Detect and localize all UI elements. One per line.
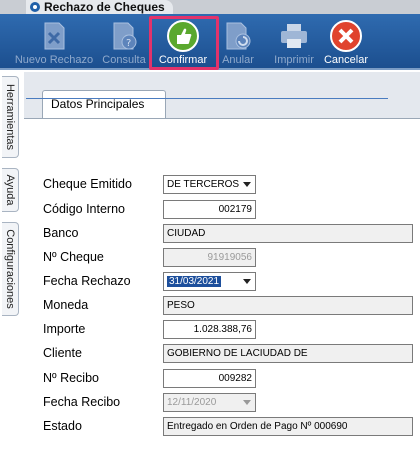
codigo-interno-field[interactable]: 002179 [163,200,256,219]
nro-recibo-field[interactable]: 009282 [163,369,256,388]
section-separator [26,98,388,99]
estado-field: Entregado en Orden de Pago Nº 000690 [163,417,413,436]
cheque-emitido-label: Cheque Emitido [43,177,132,191]
nro-recibo-label: Nº Recibo [43,371,99,385]
side-tab-herramientas[interactable]: Herramientas [2,76,19,158]
side-tab-ayuda[interactable]: Ayuda [2,168,19,212]
side-tab-ayuda-label: Ayuda [4,174,16,206]
confirmar-highlight [149,16,219,70]
moneda-label: Moneda [43,298,89,312]
banco-field: CIUDAD [163,224,413,243]
estado-label: Estado [43,419,82,433]
side-tab-configuraciones[interactable]: Configuraciones [2,222,19,316]
imprimir-label: Imprimir [274,54,314,66]
cancel-icon [330,20,362,52]
fecha-recibo-date-picker: 12/11/2020 [163,393,256,412]
imprimir-button[interactable]: Imprimir [268,14,320,70]
nuevo-rechazo-label: Nuevo Rechazo [14,54,94,66]
side-tab-herramientas-label: Herramientas [4,83,16,151]
cheque-emitido-value: DE TERCEROS [167,179,240,190]
importe-label: Importe [43,322,86,336]
fecha-rechazo-date-picker[interactable]: 31/03/2021 [163,272,256,291]
moneda-field: PESO [163,296,413,315]
cancelar-label: Cancelar [323,54,369,66]
query-document-icon: ? [113,22,137,50]
cancelar-button[interactable]: Cancelar [322,14,370,70]
fecha-recibo-value: 12/11/2020 [167,397,217,408]
cliente-label: Cliente [43,346,82,360]
side-tab-configuraciones-label: Configuraciones [4,229,16,309]
chevron-down-icon[interactable] [240,274,254,289]
chevron-down-icon[interactable] [240,177,254,192]
cheque-emitido-select[interactable]: DE TERCEROS [163,175,256,194]
window-title: Rechazo de Cheques [44,0,165,14]
banco-label: Banco [43,226,79,240]
svg-text:?: ? [126,38,131,49]
app-icon [30,2,40,12]
fecha-rechazo-value: 31/03/2021 [167,276,222,287]
fecha-rechazo-label: Fecha Rechazo [43,274,131,288]
tab-datos-principales[interactable]: Datos Principales [42,90,166,118]
consulta-label: Consulta [102,54,146,66]
window-title-tab[interactable]: Rechazo de Cheques [26,0,173,14]
anular-button[interactable]: Anular [218,14,258,70]
consulta-button[interactable]: ? Consulta [100,14,148,70]
anular-label: Anular [222,54,254,66]
undo-document-icon [226,22,251,50]
fecha-recibo-label: Fecha Recibo [43,395,121,409]
cliente-field: GOBIERNO DE LACIUDAD DE [163,344,413,363]
nro-cheque-field: 91919056 [163,248,256,267]
title-bar: Rechazo de Cheques [0,0,420,14]
side-tab-strip: Herramientas Ayuda Configuraciones [0,72,22,450]
codigo-interno-label: Código Interno [43,202,126,216]
importe-field[interactable]: 1.028.388,76 [163,320,256,339]
nro-cheque-label: Nº Cheque [43,250,104,264]
printer-icon [281,24,307,48]
chevron-down-icon [240,395,254,410]
nuevo-rechazo-button[interactable]: Nuevo Rechazo [14,14,94,70]
new-document-icon [44,22,65,50]
